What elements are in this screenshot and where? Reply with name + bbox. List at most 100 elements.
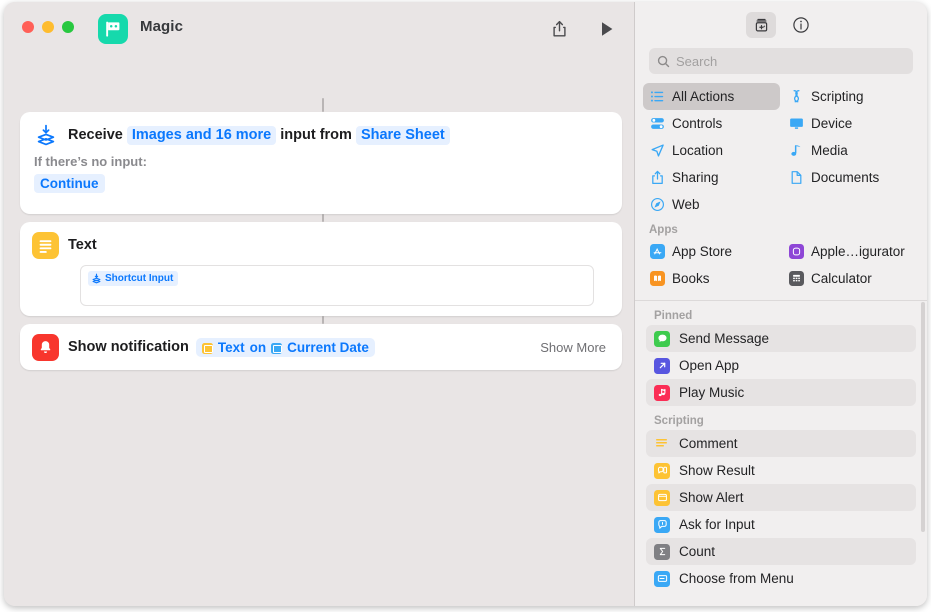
workflow-canvas: Receive Images and 16 more input from Sh… [4, 50, 634, 606]
minimize-button[interactable] [42, 21, 54, 33]
app-store-icon [649, 244, 665, 259]
menu-icon [654, 570, 670, 587]
action-label: Send Message [679, 331, 770, 346]
action-library-button[interactable] [746, 12, 776, 38]
category-grid-region: All Actions Scripting Controls Device Lo… [635, 83, 927, 290]
action-send-message[interactable]: Send Message [646, 325, 916, 352]
app-apple-configurator[interactable]: Apple…igurator [782, 238, 919, 265]
app-books[interactable]: Books [643, 265, 780, 290]
action-label: Show Alert [679, 490, 744, 505]
action-play-music[interactable]: Play Music [646, 379, 916, 406]
category-label: Location [672, 143, 724, 158]
action-card-receive[interactable]: Receive Images and 16 more input from Sh… [20, 112, 622, 214]
app-label: Calculator [811, 271, 872, 286]
web-icon [649, 197, 665, 212]
search-input[interactable] [676, 53, 905, 69]
action-label: Show Result [679, 463, 755, 478]
device-icon [788, 116, 804, 131]
action-choose-from-menu[interactable]: Choose from Menu [646, 565, 916, 592]
text-variable-icon [201, 342, 213, 354]
category-location[interactable]: Location [643, 137, 780, 164]
category-grid: All Actions Scripting Controls Device Lo… [635, 83, 927, 290]
books-icon [649, 271, 665, 286]
shortcut-editor-pane: Magic Receive Images and 16 more input f… [4, 2, 634, 606]
action-open-app[interactable]: Open App [646, 352, 916, 379]
receive-source[interactable]: Share Sheet [355, 125, 450, 145]
panel-scrollbar[interactable] [921, 302, 925, 532]
receive-input-types[interactable]: Images and 16 more [126, 125, 277, 145]
action-card-text[interactable]: Text Shortcut Input [20, 222, 622, 316]
close-button[interactable] [22, 21, 34, 33]
shortcuts-window: Magic Receive Images and 16 more input f… [4, 2, 927, 606]
run-button[interactable] [594, 16, 620, 42]
category-media[interactable]: Media [782, 137, 919, 164]
shortcut-input-token[interactable]: Shortcut Input [88, 271, 179, 286]
category-sharing[interactable]: Sharing [643, 164, 780, 191]
action-label: Choose from Menu [679, 571, 794, 586]
notify-header-row: Show notification Text on Current Date [20, 324, 540, 370]
notification-bell-icon [32, 333, 59, 361]
text-input-field[interactable]: Shortcut Input [80, 265, 594, 306]
receive-verb: Receive [68, 127, 123, 143]
receive-header-row: Receive Images and 16 more input from Sh… [20, 112, 622, 146]
location-icon [649, 143, 665, 158]
share-button[interactable] [546, 16, 572, 42]
list-icon [649, 89, 665, 104]
scripting-icon [788, 89, 804, 104]
action-label: Ask for Input [679, 517, 755, 532]
category-label: Documents [811, 170, 880, 185]
panel-toolbar [635, 2, 927, 48]
connector-line [322, 98, 324, 112]
category-label: All Actions [672, 89, 735, 104]
notify-parameters[interactable]: Text on Current Date [195, 337, 375, 357]
show-more-button[interactable]: Show More [540, 340, 622, 355]
info-button[interactable] [786, 12, 816, 38]
app-label: Books [672, 271, 710, 286]
app-app-store[interactable]: App Store [643, 238, 780, 265]
no-input-value[interactable]: Continue [34, 174, 105, 193]
receive-statement: Receive Images and 16 more input from Sh… [68, 125, 454, 145]
apps-section-header: Apps [649, 224, 678, 236]
app-calculator[interactable]: Calculator [782, 265, 919, 290]
action-ask-for-input[interactable]: Ask for Input [646, 511, 916, 538]
notify-token-date: Current Date [287, 339, 369, 355]
action-label: Play Music [679, 385, 745, 400]
category-device[interactable]: Device [782, 110, 919, 137]
search-icon [657, 55, 670, 68]
search-field[interactable] [649, 48, 913, 74]
category-web[interactable]: Web [643, 191, 780, 218]
category-controls[interactable]: Controls [643, 110, 780, 137]
apple-configurator-icon [788, 244, 804, 259]
maximize-button[interactable] [62, 21, 74, 33]
action-show-alert[interactable]: Show Alert [646, 484, 916, 511]
action-library-panel: All Actions Scripting [634, 2, 927, 606]
controls-icon [649, 116, 665, 131]
open-app-icon [654, 357, 670, 374]
action-count[interactable]: Count [646, 538, 916, 565]
notify-title: Show notification [68, 339, 189, 355]
category-label: Web [672, 197, 700, 212]
app-label: App Store [672, 244, 733, 259]
action-show-result[interactable]: Show Result [646, 457, 916, 484]
show-alert-icon [654, 489, 670, 506]
comment-icon [654, 436, 670, 452]
show-result-icon [654, 462, 670, 479]
notify-statement: Show notification Text on Current Date [68, 337, 375, 357]
category-all-actions[interactable]: All Actions [643, 83, 780, 110]
action-label: Comment [679, 436, 738, 451]
documents-icon [788, 170, 804, 185]
category-documents[interactable]: Documents [782, 164, 919, 191]
notify-joiner: on [249, 339, 267, 355]
ask-input-icon [654, 516, 670, 533]
action-card-show-notification[interactable]: Show notification Text on Current Date S… [20, 324, 622, 370]
category-label: Device [811, 116, 853, 131]
text-action-icon [32, 231, 59, 259]
text-action-title: Text [68, 237, 97, 253]
action-comment[interactable]: Comment [646, 430, 916, 457]
window-title: Magic [140, 18, 184, 35]
message-icon [654, 330, 670, 347]
category-scripting[interactable]: Scripting [782, 83, 919, 110]
pinned-section-header: Pinned [654, 310, 693, 322]
current-date-variable-icon [271, 342, 283, 354]
category-label: Controls [672, 116, 723, 131]
